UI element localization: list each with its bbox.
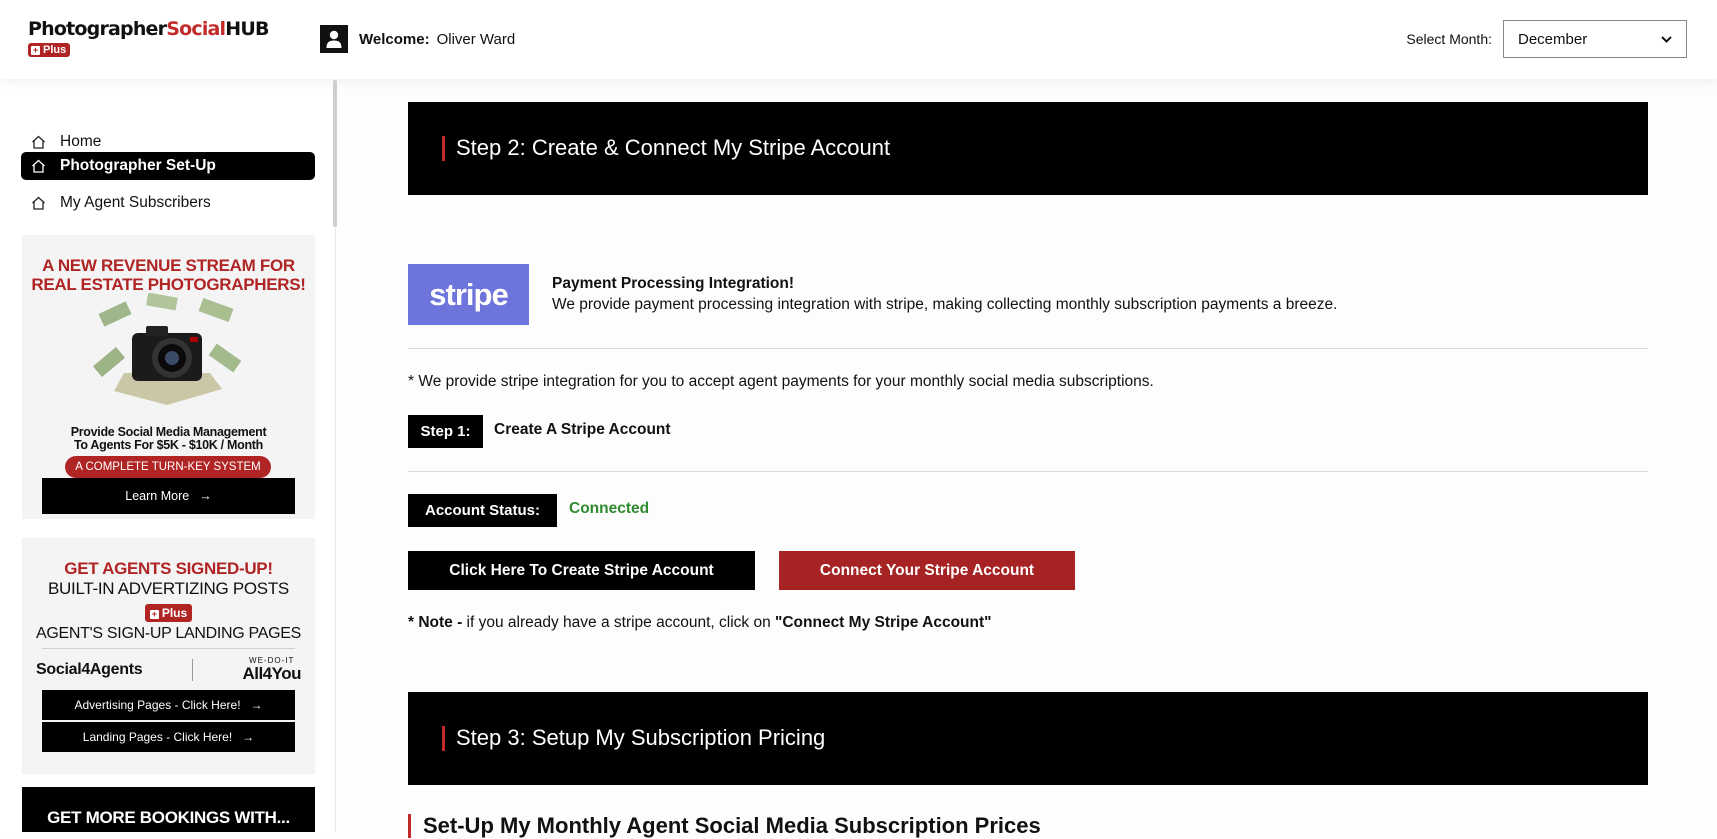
promo-get-agents[interactable]: GET AGENTS SIGNED-UP! BUILT-IN ADVERTIZI…: [22, 538, 315, 774]
turnkey-pill: A COMPLETE TURN-KEY SYSTEM: [65, 456, 271, 478]
promo-more-bookings[interactable]: GET MORE BOOKINGS WITH...: [22, 787, 315, 832]
select-month-label: Select Month:: [1406, 31, 1492, 47]
sidebar-item-label: Photographer Set-Up: [60, 157, 216, 174]
logo-part-social: Social: [166, 18, 226, 40]
plus-icon: +: [31, 45, 40, 55]
step3-banner: Step 3: Setup My Subscription Pricing: [408, 692, 1648, 785]
logo-part-hub: HUB: [225, 18, 269, 40]
promo3-headline: GET MORE BOOKINGS WITH...: [47, 808, 290, 827]
month-select[interactable]: December: [1503, 20, 1687, 58]
promo2-headline-2: BUILT-IN ADVERTIZING POSTS: [48, 579, 289, 598]
step1-tag: Step 1:: [408, 415, 483, 448]
sidebar: Home Photographer Set-Up My Agent Subscr…: [0, 79, 336, 832]
top-header: PhotographerSocialHUB + Plus Welcome: Oli…: [0, 0, 1717, 79]
promo2-plus-badge: + Plus: [144, 604, 193, 622]
sidebar-scrollbar[interactable]: [333, 80, 337, 227]
stripe-logo: stripe: [408, 264, 529, 325]
all4you-logo: WE-DO-IT All4You: [242, 657, 301, 683]
sidebar-item-label: My Agent Subscribers: [60, 194, 211, 211]
promo-headline-2: REAL ESTATE PHOTOGRAPHERS!: [31, 275, 306, 294]
step1-text: Create A Stripe Account: [494, 421, 671, 438]
step2-banner: Step 2: Create & Connect My Stripe Accou…: [408, 102, 1648, 195]
subscription-prices-title: Set-Up My Monthly Agent Social Media Sub…: [423, 813, 1041, 838]
all4you-name: All4You: [242, 664, 301, 683]
landing-pages-label: Landing Pages - Click Here!: [82, 730, 233, 744]
promo-headline-1: A NEW REVENUE STREAM FOR: [42, 256, 295, 275]
step3-title: Step 3: Setup My Subscription Pricing: [456, 725, 826, 750]
promo2-headline-1: GET AGENTS SIGNED-UP!: [64, 559, 273, 578]
month-selector: Select Month: December: [1406, 20, 1687, 58]
note-bold-text: "Connect My Stripe Account": [775, 614, 992, 631]
brand-divider: [191, 658, 193, 681]
user-name: Oliver Ward: [436, 30, 516, 48]
learn-more-button[interactable]: Learn More →: [42, 478, 295, 514]
stripe-integration-note: * We provide stripe integration for you …: [408, 373, 1154, 390]
accent-bar: [408, 814, 411, 838]
account-status-tag: Account Status:: [408, 494, 557, 527]
promo2-plus-label: Plus: [161, 606, 188, 620]
promo-sub-2: To Agents For $5K - $10K / Month: [73, 438, 264, 452]
user-avatar-icon[interactable]: [320, 25, 348, 53]
divider: [408, 348, 1648, 349]
advertising-pages-button[interactable]: Advertising Pages - Click Here! →: [42, 690, 295, 720]
advertising-pages-label: Advertising Pages - Click Here!: [74, 698, 241, 712]
step2-title: Step 2: Create & Connect My Stripe Accou…: [456, 135, 891, 160]
app-logo[interactable]: PhotographerSocialHUB + Plus: [28, 18, 269, 58]
home-icon: [32, 196, 45, 210]
arrow-right-icon: →: [250, 698, 263, 712]
note-prefix: * Note -: [408, 614, 463, 631]
promo2-headline-3: AGENT'S SIGN-UP LANDING PAGES: [36, 625, 301, 642]
promo-revenue-stream[interactable]: A NEW REVENUE STREAM FOR REAL ESTATE PHO…: [22, 235, 315, 519]
learn-more-label: Learn More: [125, 489, 190, 503]
welcome-label: Welcome:: [359, 30, 430, 48]
plus-icon: +: [149, 609, 159, 619]
sidebar-item-photographer-setup[interactable]: Photographer Set-Up: [21, 152, 315, 180]
connect-stripe-account-button[interactable]: Connect Your Stripe Account: [779, 551, 1075, 590]
home-icon: [32, 159, 45, 173]
divider: [42, 648, 295, 649]
promo2-plus-wrap: + Plus: [22, 602, 315, 622]
connect-note: * Note - if you already have a stripe ac…: [408, 614, 992, 632]
arrow-right-icon: →: [199, 489, 212, 503]
account-status-value: Connected: [569, 500, 650, 517]
landing-pages-button[interactable]: Landing Pages - Click Here! →: [42, 722, 295, 752]
logo-plus-badge: + Plus: [28, 43, 71, 57]
logo-plus-label: Plus: [43, 44, 67, 56]
welcome-area: Welcome: Oliver Ward: [320, 25, 515, 53]
accent-bar: [442, 726, 445, 751]
chevron-down-icon: [1661, 35, 1672, 43]
month-select-value: December: [1518, 30, 1588, 48]
create-stripe-account-button[interactable]: Click Here To Create Stripe Account: [408, 551, 755, 590]
sidebar-item-label: Home: [60, 133, 102, 150]
sidebar-item-agent-subscribers[interactable]: My Agent Subscribers: [21, 189, 315, 217]
logo-part-photographer: Photographer: [28, 18, 167, 40]
camera-money-image: [93, 293, 242, 405]
ppi-title: Payment Processing Integration!: [552, 275, 795, 292]
divider: [408, 471, 1648, 472]
arrow-right-icon: →: [242, 730, 255, 744]
subscription-prices-heading: Set-Up My Monthly Agent Social Media Sub…: [408, 813, 1041, 839]
ppi-description: We provide payment processing integratio…: [552, 296, 1338, 313]
note-text: if you already have a stripe account, cl…: [462, 614, 775, 631]
accent-bar: [442, 136, 445, 161]
promo2-brands: Social4Agents WE-DO-IT All4You: [36, 657, 301, 683]
home-icon: [32, 135, 45, 149]
logo-text: PhotographerSocialHUB: [28, 18, 269, 40]
social4agents-logo: Social4Agents: [36, 660, 143, 678]
